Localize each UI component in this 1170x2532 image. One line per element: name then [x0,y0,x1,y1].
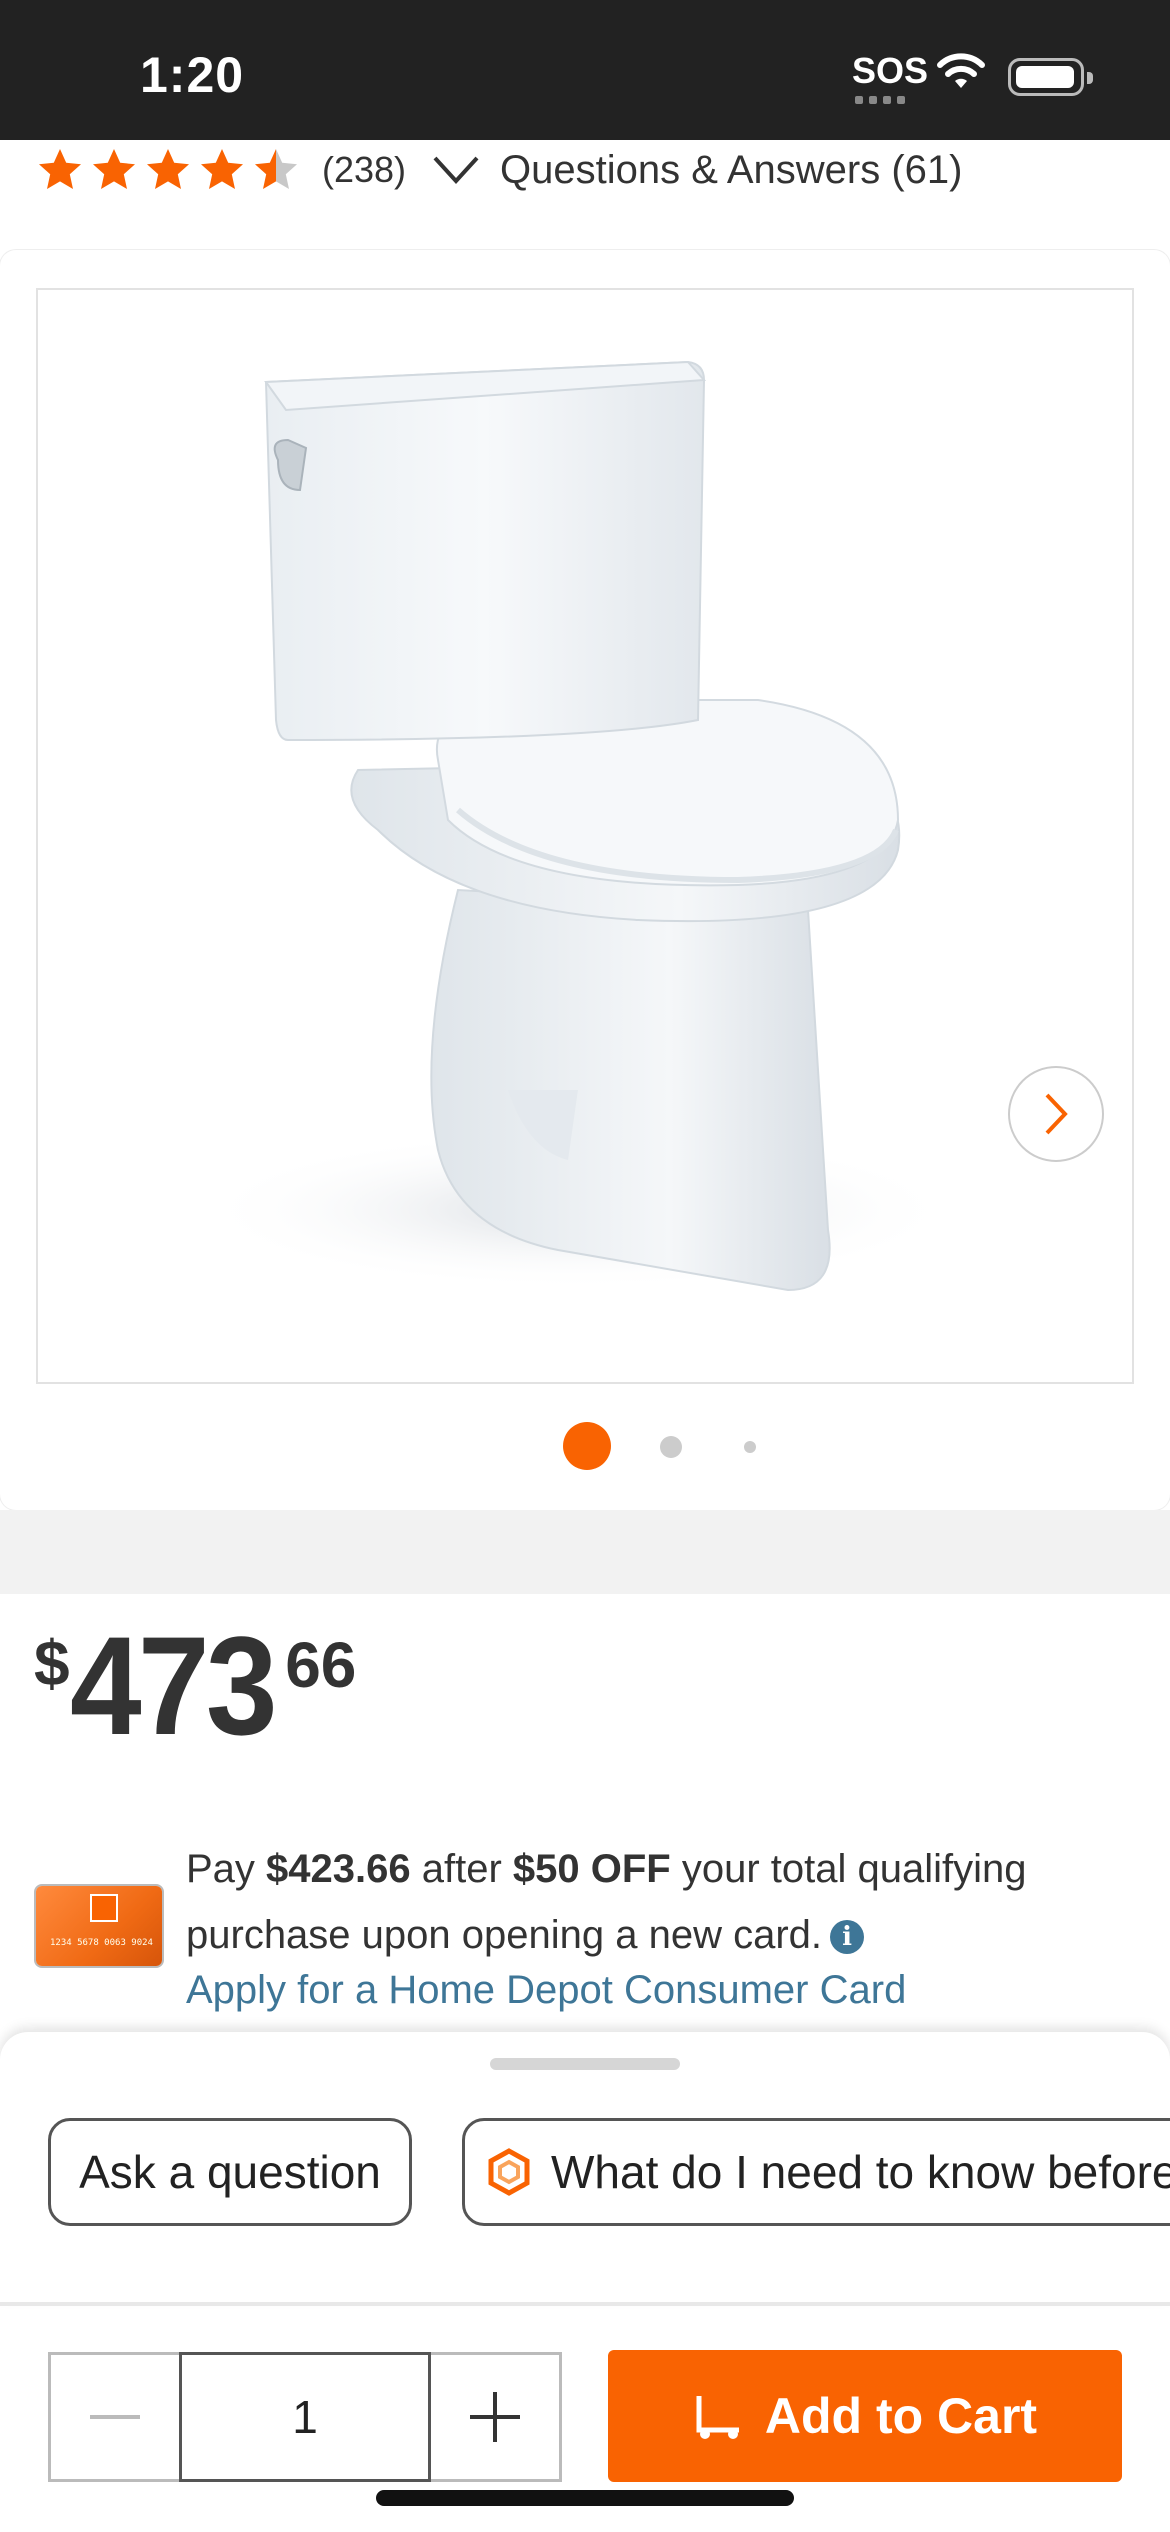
promo-pay-prefix: Pay [186,1847,267,1891]
add-to-cart-button[interactable]: Add to Cart [608,2350,1122,2482]
bottom-sheet: Ask a question What do I need to know be… [0,2032,1170,2302]
star-rating [36,146,300,194]
home-depot-logo-icon [90,1894,118,1922]
product-price: $ 473 66 [34,1616,356,1756]
minus-icon [90,2415,141,2419]
signal-dots [855,96,905,104]
add-to-cart-label: Add to Cart [764,2388,1038,2444]
card-number: 1234 5678 0063 9024 [50,1938,153,1948]
price-dollars: 473 [69,1607,278,1764]
price-currency: $ [34,1627,70,1699]
promo-pay-amount: $423.66 [266,1847,411,1891]
status-bar: 1:20 SOS [0,0,1170,140]
sos-indicator: SOS [852,50,929,91]
promo-discount: $50 OFF [512,1847,671,1891]
sheet-separator [0,2302,1170,2306]
credit-card-image: 1234 5678 0063 9024 [36,1886,162,1966]
home-indicator[interactable] [376,2490,794,2506]
next-image-button[interactable] [1008,1066,1104,1162]
cart-dolly-icon [696,2396,739,2439]
quantity-stepper: 1 [48,2352,562,2482]
star-half-icon [255,149,297,189]
chevron-right-icon [1045,1093,1068,1135]
card-promo-text: Pay $423.66 after $50 OFF your total qua… [186,1836,1146,1968]
info-icon[interactable]: i [830,1920,865,1955]
suggested-question-label: What do I need to know before [551,2146,1170,2198]
page-dot[interactable] [660,1436,682,1458]
decrement-button[interactable] [51,2355,180,2479]
toilet-image [198,360,958,1292]
apply-card-link[interactable]: Apply for a Home Depot Consumer Card [186,1968,906,2013]
ask-question-chip[interactable]: Ask a question [48,2118,412,2226]
product-gallery [0,250,1170,1510]
sheet-drag-handle[interactable] [490,2058,680,2070]
status-time: 1:20 [140,47,245,103]
star-full-icon [147,149,189,189]
price-cents: 66 [285,1629,357,1701]
page-dot[interactable] [744,1441,756,1453]
ai-hexagon-icon [488,2148,530,2196]
page-dot-active[interactable] [563,1422,611,1470]
suggested-question-chip[interactable]: What do I need to know before [462,2118,1170,2226]
review-count[interactable]: (238) [322,149,406,191]
section-divider [0,1510,1170,1594]
battery-icon [1008,58,1093,96]
plus-icon [469,2392,520,2442]
star-full-icon [39,149,81,189]
product-image[interactable] [36,288,1134,1384]
chevron-down-icon[interactable] [432,155,480,185]
rating-row[interactable]: (238) Questions & Answers (61) [36,142,962,198]
promo-after-text: after [410,1847,513,1891]
wifi-icon [937,53,985,88]
ask-question-label: Ask a question [79,2146,381,2198]
quantity-input[interactable]: 1 [179,2352,431,2482]
increment-button[interactable] [431,2355,559,2479]
gallery-pagination [0,1422,1170,1470]
questions-answers-link[interactable]: Questions & Answers (61) [500,148,962,193]
star-full-icon [93,149,135,189]
star-full-icon [201,149,243,189]
